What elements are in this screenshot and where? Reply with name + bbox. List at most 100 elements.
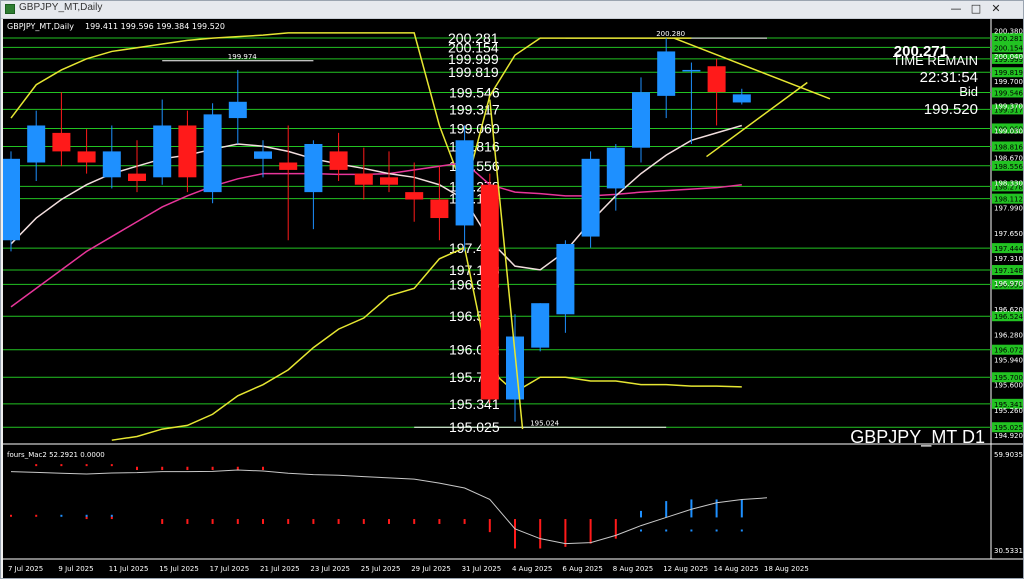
oscillator-bar	[186, 466, 189, 471]
date-tick-label: 17 Jul 2025	[210, 565, 250, 573]
oscillator-dot	[60, 514, 63, 517]
price-tick-label: 194.920	[994, 432, 1023, 440]
oscillator-dot	[60, 464, 63, 467]
oscillator-dot	[715, 529, 718, 532]
price-tick-label: 200.380	[994, 28, 1023, 36]
bull-candle	[27, 125, 46, 163]
price-tick-label: 196.970	[994, 280, 1023, 288]
date-tick-label: 4 Aug 2025	[512, 565, 552, 573]
bear-candle	[178, 125, 197, 178]
date-tick-label: 31 Jul 2025	[462, 565, 502, 573]
oscillator-bar	[413, 519, 416, 524]
level-tag-text: 200.154	[994, 44, 1023, 52]
oscillator-bar	[236, 519, 239, 524]
oscillator-dot	[640, 529, 642, 532]
oscillator-tick-label: 30.5331	[994, 547, 1023, 555]
level-label: 199.317	[449, 101, 500, 117]
oscillator-bar	[740, 499, 743, 518]
oscillator-bar	[85, 516, 88, 520]
oscillator-bar	[640, 510, 642, 518]
bull-candle	[455, 140, 474, 226]
price-tick-label: 200.040	[994, 53, 1023, 61]
level-tag-text: 196.072	[994, 347, 1023, 355]
date-tick-label: 14 Aug 2025	[714, 565, 759, 573]
bear-candle	[329, 151, 348, 170]
level-tag-text: 196.524	[994, 313, 1023, 321]
chart-canvas[interactable]: 200.281200.281200.154200.154199.999199.9…	[3, 19, 1023, 578]
level-label: 199.819	[448, 64, 499, 80]
oscillator-dot	[35, 464, 38, 467]
chart-title: GBPJPY_MT,Daily	[7, 22, 74, 31]
bear-candle	[405, 192, 424, 200]
maximize-button[interactable]: □	[967, 2, 985, 16]
oscillator-dot	[665, 529, 668, 532]
oscillator-dot	[110, 514, 113, 517]
oscillator-dot	[35, 514, 38, 517]
price-tick-label: 197.990	[994, 205, 1023, 213]
bull-candle	[682, 69, 701, 72]
oscillator-bar	[337, 519, 340, 524]
window-title: GBPJPY_MT,Daily	[19, 2, 103, 13]
close-button[interactable]: ✕	[987, 2, 1005, 16]
level-tag-text: 197.148	[994, 267, 1023, 275]
price-tick-label: 196.620	[994, 306, 1023, 314]
level-tag-text: 200.281	[994, 35, 1023, 43]
oscillator-bar	[690, 499, 693, 518]
title-bar[interactable]: GBPJPY_MT,Daily — □ ✕	[1, 1, 1023, 19]
chart-background	[3, 19, 1023, 578]
price-tick-label: 197.650	[994, 230, 1023, 238]
bear-candle	[430, 199, 449, 219]
minimize-button[interactable]: —	[947, 2, 965, 16]
price-tick-label: 198.670	[994, 154, 1023, 162]
oscillator-bar	[287, 519, 290, 524]
oscillator-bar	[211, 519, 214, 524]
oscillator-bar	[186, 519, 189, 524]
oscillator-dot	[10, 514, 12, 517]
oscillator-bar	[262, 466, 264, 471]
oscillator-dot	[740, 529, 743, 532]
marker-line-label: 199.974	[228, 53, 257, 61]
oscillator-bar	[110, 516, 113, 520]
price-tick-label: 196.280	[994, 331, 1023, 339]
price-tick-label: 198.330	[994, 179, 1023, 187]
bull-candle	[203, 114, 222, 193]
oscillator-bar	[136, 466, 138, 471]
bear-candle	[52, 132, 71, 152]
bull-candle	[556, 243, 575, 315]
price-tick-label: 195.600	[994, 382, 1023, 390]
bear-candle	[480, 184, 499, 400]
date-tick-label: 8 Aug 2025	[613, 565, 653, 573]
oscillator-bar	[262, 519, 264, 524]
oscillator-bar	[211, 466, 214, 471]
oscillator-bar	[312, 519, 315, 524]
oscillator-bar	[539, 519, 542, 549]
bear-candle	[77, 151, 96, 163]
price-tick-label: 199.370	[994, 102, 1023, 110]
oscillator-dot	[110, 464, 113, 467]
oscillator-bar	[161, 519, 164, 524]
oscillator-tick-label: 59.9035	[994, 451, 1023, 459]
date-tick-label: 18 Aug 2025	[764, 565, 809, 573]
date-tick-label: 7 Jul 2025	[8, 565, 43, 573]
date-tick-label: 29 Jul 2025	[411, 565, 451, 573]
oscillator-bar	[463, 519, 466, 524]
oscillator-bar	[488, 519, 491, 533]
level-tag-text: 198.556	[994, 163, 1023, 171]
date-tick-label: 25 Jul 2025	[361, 565, 401, 573]
date-tick-label: 6 Aug 2025	[562, 565, 602, 573]
chart-window-icon	[5, 4, 15, 14]
level-tag-text: 197.444	[994, 245, 1023, 253]
bull-candle	[228, 101, 247, 119]
oscillator-dot	[690, 529, 693, 532]
level-tag-text: 199.546	[994, 89, 1023, 97]
symbol-label: GBPJPY_MT D1	[850, 427, 985, 448]
oscillator-title: fours_Mac2 52.2921 0.0000	[7, 451, 105, 459]
date-tick-label: 9 Jul 2025	[58, 565, 93, 573]
bull-candle	[606, 147, 625, 189]
bear-candle	[707, 66, 726, 93]
oscillator-dot	[85, 514, 88, 517]
price-tick-label: 195.260	[994, 407, 1023, 415]
bull-candle	[531, 303, 550, 348]
price-tick-label: 197.310	[994, 255, 1023, 263]
bull-candle	[304, 143, 323, 193]
